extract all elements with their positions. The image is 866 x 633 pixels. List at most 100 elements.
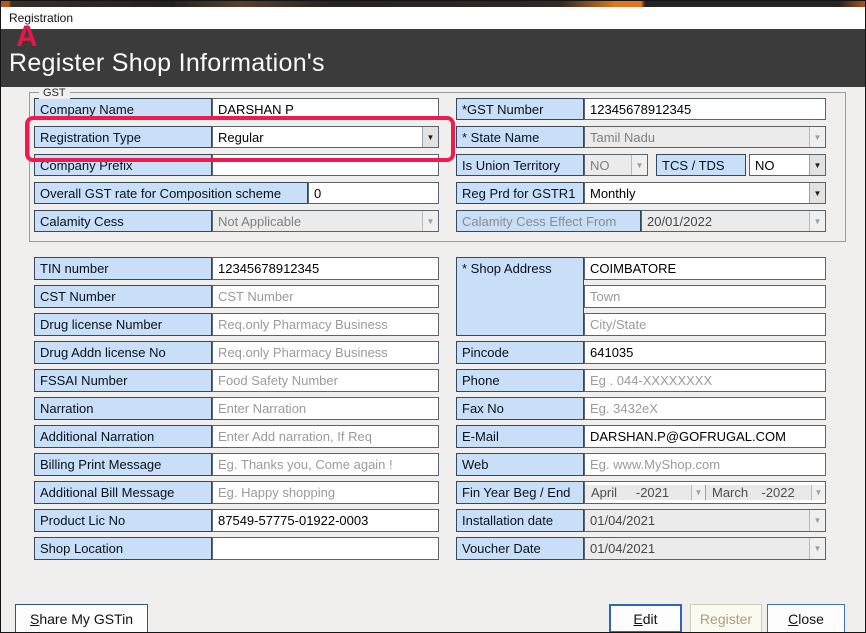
shop-address-town-input[interactable]: Town bbox=[584, 285, 826, 308]
web-input[interactable]: Eg. www.MyShop.com bbox=[584, 453, 826, 476]
field-row-calamity-cess: Calamity Cess Not Applicable ▼ bbox=[34, 210, 439, 232]
phone-input[interactable]: Eg . 044-XXXXXXXX bbox=[584, 369, 826, 392]
fssai-number-input[interactable]: Food Safety Number bbox=[212, 369, 439, 392]
fin-year-end-month: March bbox=[706, 485, 748, 500]
dropdown-arrow-icon[interactable]: ▼ bbox=[631, 155, 647, 175]
field-row-fssai-number: FSSAI Number Food Safety Number bbox=[34, 369, 439, 392]
share-my-gstin-button-label: Share My GSTin bbox=[30, 611, 133, 627]
drug-license-label: Drug license Number bbox=[34, 313, 212, 336]
fin-year-begin-year: -2021 bbox=[636, 485, 672, 500]
email-input[interactable]: DARSHAN.P@GOFRUGAL.COM bbox=[584, 425, 826, 448]
details-right-column: * Shop Address COIMBATORE Town City/Stat… bbox=[456, 257, 826, 560]
field-row-fax-no: Fax No Eg. 3432eX bbox=[456, 397, 826, 420]
installation-date-combobox[interactable]: 01/04/2021 ▼ bbox=[584, 509, 826, 532]
union-territory-combobox[interactable]: NO ▼ bbox=[584, 154, 648, 176]
dropdown-arrow-icon[interactable]: ▼ bbox=[422, 127, 438, 147]
fin-year-end-combobox[interactable]: March -2022 ▼ bbox=[705, 485, 825, 500]
dropdown-arrow-icon[interactable]: ▼ bbox=[811, 485, 825, 500]
cst-number-input[interactable]: CST Number bbox=[212, 285, 439, 308]
registration-window: Registration Register Shop Information's… bbox=[0, 0, 866, 633]
phone-label: Phone bbox=[456, 369, 584, 392]
dropdown-arrow-icon[interactable]: ▼ bbox=[809, 127, 825, 147]
tin-number-input[interactable]: 12345678912345 bbox=[212, 257, 439, 280]
shop-address-label: * Shop Address bbox=[456, 257, 584, 336]
shop-address-city-state-input[interactable]: City/State bbox=[584, 313, 826, 336]
registration-type-label: Registration Type bbox=[34, 126, 212, 148]
field-row-narration: Narration Enter Narration bbox=[34, 397, 439, 420]
register-button[interactable]: Register bbox=[690, 604, 762, 633]
tin-number-label: TIN number bbox=[34, 257, 212, 280]
field-row-calamity-effect-from: Calamity Cess Effect From 20/01/2022 ▼ bbox=[456, 210, 826, 232]
field-row-voucher-date: Voucher Date 01/04/2021 ▼ bbox=[456, 537, 826, 560]
voucher-date-combobox[interactable]: 01/04/2021 ▼ bbox=[584, 537, 826, 560]
field-row-email: E-Mail DARSHAN.P@GOFRUGAL.COM bbox=[456, 425, 826, 448]
fin-year-label: Fin Year Beg / End bbox=[456, 481, 584, 504]
state-name-combobox[interactable]: Tamil Nadu ▼ bbox=[584, 126, 826, 148]
dropdown-arrow-icon[interactable]: ▼ bbox=[809, 183, 825, 203]
page-header: Register Shop Information's bbox=[1, 29, 865, 87]
additional-bill-message-label: Additional Bill Message bbox=[34, 481, 212, 504]
field-row-billing-print-message: Billing Print Message Eg. Thanks you, Co… bbox=[34, 453, 439, 476]
tcs-tds-value: NO bbox=[755, 158, 775, 173]
field-row-phone: Phone Eg . 044-XXXXXXXX bbox=[456, 369, 826, 392]
dropdown-arrow-icon[interactable]: ▼ bbox=[809, 510, 825, 531]
dropdown-arrow-icon[interactable]: ▼ bbox=[809, 538, 825, 559]
share-my-gstin-button[interactable]: Share My GSTin bbox=[15, 604, 148, 633]
narration-input[interactable]: Enter Narration bbox=[212, 397, 439, 420]
additional-narration-input[interactable]: Enter Add narration, If Req bbox=[212, 425, 439, 448]
field-row-cst-number: CST Number CST Number bbox=[34, 285, 439, 308]
field-row-drug-addn-license: Drug Addn license No Req.only Pharmacy B… bbox=[34, 341, 439, 364]
field-row-product-lic-no: Product Lic No 87549-57775-01922-0003 bbox=[34, 509, 439, 532]
shop-location-input[interactable] bbox=[212, 537, 439, 560]
billing-print-message-input[interactable]: Eg. Thanks you, Come again ! bbox=[212, 453, 439, 476]
gst-left-column: Company Name DARSHAN P Registration Type… bbox=[34, 98, 439, 232]
pincode-input[interactable]: 641035 bbox=[584, 341, 826, 364]
fin-year-fields: April -2021 ▼ March -2022 ▼ bbox=[584, 481, 826, 504]
company-prefix-input[interactable] bbox=[212, 154, 439, 176]
tcs-tds-combobox[interactable]: NO ▼ bbox=[749, 154, 826, 176]
drug-license-input[interactable]: Req.only Pharmacy Business bbox=[212, 313, 439, 336]
dropdown-arrow-icon[interactable]: ▼ bbox=[691, 485, 705, 500]
additional-bill-message-input[interactable]: Eg. Happy shopping bbox=[212, 481, 439, 504]
drug-addn-license-input[interactable]: Req.only Pharmacy Business bbox=[212, 341, 439, 364]
field-row-registration-type: Registration Type Regular ▼ bbox=[34, 126, 439, 148]
dropdown-arrow-icon[interactable]: ▼ bbox=[809, 211, 825, 231]
gst-number-input[interactable]: 12345678912345 bbox=[584, 98, 826, 120]
page-title: Register Shop Information's bbox=[9, 49, 325, 78]
fax-no-input[interactable]: Eg. 3432eX bbox=[584, 397, 826, 420]
dropdown-arrow-icon[interactable]: ▼ bbox=[422, 211, 438, 231]
product-lic-no-input[interactable]: 87549-57775-01922-0003 bbox=[212, 509, 439, 532]
installation-date-label: Installation date bbox=[456, 509, 584, 532]
fin-year-begin-month: April bbox=[585, 485, 617, 500]
field-row-reg-prd-gstr1: Reg Prd for GSTR1 Monthly ▼ bbox=[456, 182, 826, 204]
gst-right-column: *GST Number 12345678912345 * State Name … bbox=[456, 98, 826, 232]
reg-prd-gstr1-combobox[interactable]: Monthly ▼ bbox=[584, 182, 826, 204]
field-row-gst-number: *GST Number 12345678912345 bbox=[456, 98, 826, 120]
calamity-effect-from-label: Calamity Cess Effect From bbox=[456, 210, 641, 232]
overall-gst-rate-input[interactable]: 0 bbox=[308, 182, 439, 204]
dropdown-arrow-icon[interactable]: ▼ bbox=[809, 155, 825, 175]
state-name-label: * State Name bbox=[456, 126, 584, 148]
billing-print-message-label: Billing Print Message bbox=[34, 453, 212, 476]
reg-prd-gstr1-value: Monthly bbox=[590, 186, 636, 201]
field-row-company-prefix: Company Prefix bbox=[34, 154, 439, 176]
fin-year-begin-combobox[interactable]: April -2021 ▼ bbox=[585, 485, 705, 500]
company-prefix-label: Company Prefix bbox=[34, 154, 212, 176]
union-territory-label: Is Union Territory bbox=[456, 154, 584, 176]
calamity-cess-combobox[interactable]: Not Applicable ▼ bbox=[212, 210, 439, 232]
narration-label: Narration bbox=[34, 397, 212, 420]
shop-location-label: Shop Location bbox=[34, 537, 212, 560]
overall-gst-rate-label: Overall GST rate for Composition scheme bbox=[34, 182, 308, 204]
field-row-shop-address: * Shop Address COIMBATORE Town City/Stat… bbox=[456, 257, 826, 336]
company-name-input[interactable]: DARSHAN P bbox=[212, 98, 439, 120]
field-row-company-name: Company Name DARSHAN P bbox=[34, 98, 439, 120]
shop-address-line1-input[interactable]: COIMBATORE bbox=[584, 257, 826, 280]
registration-type-combobox[interactable]: Regular ▼ bbox=[212, 126, 439, 148]
annotation-letter-a: A bbox=[16, 20, 38, 54]
field-row-additional-bill-message: Additional Bill Message Eg. Happy shoppi… bbox=[34, 481, 439, 504]
calamity-effect-from-combobox[interactable]: 20/01/2022 ▼ bbox=[641, 210, 826, 232]
close-button[interactable]: Close bbox=[767, 604, 845, 633]
email-label: E-Mail bbox=[456, 425, 584, 448]
edit-button[interactable]: Edit bbox=[609, 604, 682, 633]
field-row-pincode: Pincode 641035 bbox=[456, 341, 826, 364]
